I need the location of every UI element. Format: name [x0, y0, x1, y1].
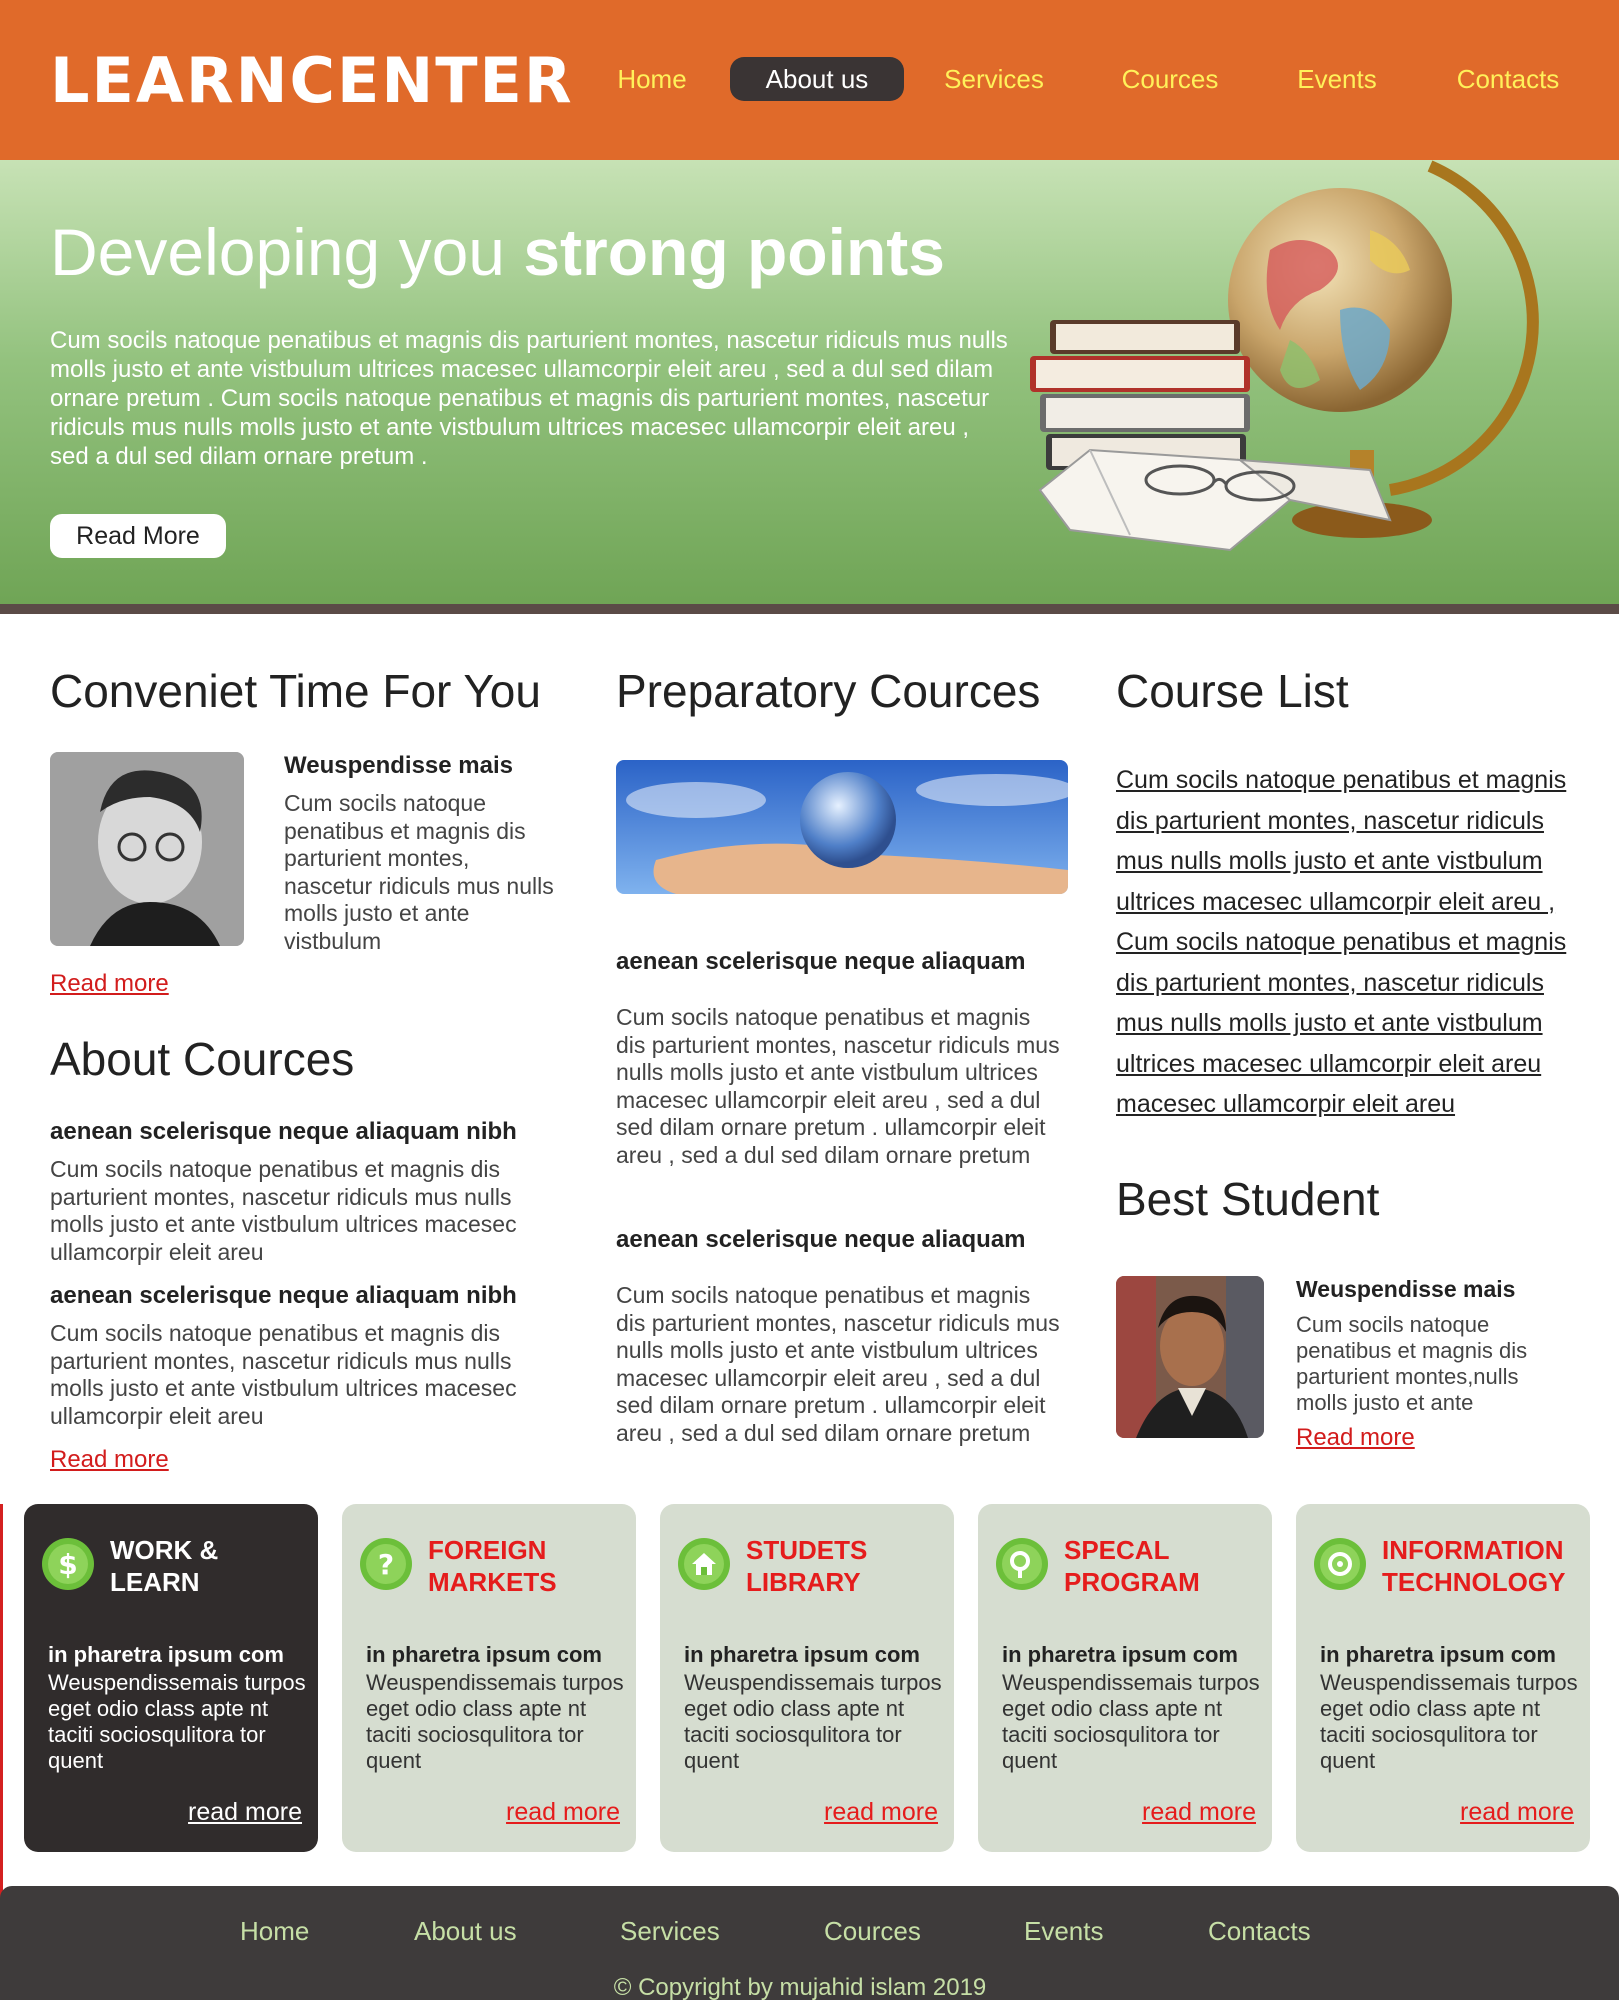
course-list-link[interactable]: Cum socils natoque penatibus et magnis	[1116, 922, 1596, 963]
feature-title: FOREIGN MARKETS	[428, 1535, 557, 1597]
feature-text: Weuspendissemais turpos eget odio class …	[1320, 1670, 1578, 1773]
hero-text: Cum socils natoque penatibus et magnis d…	[50, 327, 1008, 470]
about-cources-heading: About Cources	[50, 1033, 355, 1085]
feature-text: Weuspendissemais turpos eget odio class …	[366, 1670, 624, 1773]
site-header: LEARNCENTER Home About us Services Courc…	[0, 0, 1619, 160]
search-icon	[996, 1538, 1048, 1590]
prep-item-title: aenean scelerisque neque aliaquam	[616, 948, 1026, 975]
svg-text:?: ?	[378, 1548, 394, 1581]
feature-box-information-technology: INFORMATION TECHNOLOGY in pharetra ipsum …	[1296, 1504, 1590, 1852]
student-name: Weuspendisse mais	[1296, 1276, 1516, 1302]
teacher-name: Weuspendisse mais	[284, 752, 513, 779]
convenient-time-heading: Conveniet Time For You	[50, 665, 541, 717]
course-list: Cum socils natoque penatibus et magnis d…	[1116, 760, 1596, 1125]
prep-item-text: Cum socils natoque penatibus et magnis d…	[616, 1004, 1060, 1168]
site-footer: Home About us Services Cources Events Co…	[0, 1886, 1619, 2000]
nav-cources[interactable]: Cources	[1110, 57, 1230, 101]
footer-nav-about-us[interactable]: About us	[414, 1916, 517, 1947]
feature-subtitle: in pharetra ipsum com	[48, 1642, 284, 1667]
course-list-heading: Course List	[1116, 665, 1349, 717]
feature-title: STUDETS LIBRARY	[746, 1535, 868, 1597]
feature-subtitle: in pharetra ipsum com	[366, 1642, 602, 1667]
course-list-link[interactable]: mus nulls molls justo et ante vistbulum	[1116, 1003, 1596, 1044]
globe-hand-image	[616, 760, 1068, 894]
feature-text: Weuspendissemais turpos eget odio class …	[48, 1670, 306, 1773]
feature-box-work-learn: $ WORK & LEARN in pharetra ipsum com Weus…	[24, 1504, 318, 1852]
hero-title: Developing you strong points	[50, 214, 945, 290]
globe-books-illustration	[1030, 160, 1539, 552]
feature-read-more-link[interactable]: read more	[506, 1798, 620, 1827]
course-list-link[interactable]: dis parturient montes, nascetur ridiculs	[1116, 963, 1596, 1004]
feature-subtitle: in pharetra ipsum com	[1320, 1642, 1556, 1667]
hero-banner: Developing you strong points Cum socils …	[0, 160, 1619, 608]
course-list-link[interactable]: Cum socils natoque penatibus et magnis	[1116, 760, 1596, 801]
feature-title: SPECAL PROGRAM	[1064, 1535, 1200, 1597]
site-logo[interactable]: LEARNCENTER	[50, 44, 574, 117]
footer-nav-services[interactable]: Services	[620, 1916, 720, 1947]
course-list-link[interactable]: mus nulls molls justo et ante vistbulum	[1116, 841, 1596, 882]
home-icon	[678, 1538, 730, 1590]
student-photo	[1116, 1276, 1264, 1438]
course-list-link[interactable]: ultrices macesec ullamcorpir eleit areu	[1116, 1044, 1596, 1085]
feature-subtitle: in pharetra ipsum com	[1002, 1642, 1238, 1667]
nav-contacts[interactable]: Contacts	[1446, 57, 1570, 101]
hero-title-plain: Developing you	[50, 215, 505, 289]
svg-text:$: $	[58, 1548, 77, 1581]
feature-title: INFORMATION TECHNOLOGY	[1382, 1535, 1566, 1597]
about-item-text: Cum socils natoque penatibus et magnis d…	[50, 1320, 517, 1429]
nav-home[interactable]: Home	[594, 57, 710, 101]
teacher-text: Cum socils natoque penatibus et magnis d…	[284, 790, 554, 954]
dollar-icon: $	[42, 1538, 94, 1590]
feature-text: Weuspendissemais turpos eget odio class …	[684, 1670, 942, 1773]
feature-text: Weuspendissemais turpos eget odio class …	[1002, 1670, 1260, 1773]
feature-read-more-link[interactable]: read more	[188, 1798, 302, 1827]
feature-box-students-library: STUDETS LIBRARY in pharetra ipsum com Weu…	[660, 1504, 954, 1852]
feature-title: WORK & LEARN	[110, 1535, 219, 1597]
feature-read-more-link[interactable]: read more	[824, 1798, 938, 1827]
hero-title-bold: strong points	[523, 215, 945, 289]
feature-read-more-link[interactable]: read more	[1460, 1798, 1574, 1827]
course-list-link[interactable]: macesec ullamcorpir eleit areu	[1116, 1084, 1596, 1125]
student-text: Cum socils natoque penatibus et magnis d…	[1296, 1312, 1528, 1415]
feature-box-special-program: SPECAL PROGRAM in pharetra ipsum com Weus…	[978, 1504, 1272, 1852]
copyright-text: © Copyright by mujahid islam 2019	[613, 1974, 987, 2000]
footer-nav-home[interactable]: Home	[240, 1916, 309, 1947]
read-more-link[interactable]: Read more	[1296, 1424, 1415, 1452]
about-item-text: Cum socils natoque penatibus et magnis d…	[50, 1156, 517, 1265]
about-item-title: aenean scelerisque neque aliaquam nibh	[50, 1282, 517, 1309]
target-icon	[1314, 1538, 1366, 1590]
nav-about-us[interactable]: About us	[730, 57, 904, 101]
footer-nav-contacts[interactable]: Contacts	[1208, 1916, 1311, 1947]
read-more-link[interactable]: Read more	[50, 970, 169, 998]
best-student-heading: Best Student	[1116, 1173, 1380, 1225]
course-list-link[interactable]: dis parturient montes, nascetur ridiculs	[1116, 801, 1596, 842]
read-more-link[interactable]: Read more	[50, 1446, 169, 1474]
page-edge-accent	[0, 1504, 3, 1904]
preparatory-cources-heading: Preparatory Cources	[616, 665, 1041, 717]
feature-box-foreign-markets: ? FOREIGN MARKETS in pharetra ipsum com W…	[342, 1504, 636, 1852]
hero-divider	[0, 604, 1619, 614]
teacher-photo	[50, 752, 244, 946]
feature-read-more-link[interactable]: read more	[1142, 1798, 1256, 1827]
about-item-title: aenean scelerisque neque aliaquam nibh	[50, 1118, 517, 1145]
read-more-button[interactable]: Read More	[50, 514, 226, 558]
question-icon: ?	[360, 1538, 412, 1590]
footer-nav-cources[interactable]: Cources	[824, 1916, 921, 1947]
nav-services[interactable]: Services	[932, 57, 1056, 101]
prep-item-title: aenean scelerisque neque aliaquam	[616, 1226, 1026, 1253]
course-list-link[interactable]: ultrices macesec ullamcorpir eleit areu …	[1116, 882, 1596, 923]
footer-nav-events[interactable]: Events	[1024, 1916, 1104, 1947]
prep-item-text: Cum socils natoque penatibus et magnis d…	[616, 1282, 1060, 1446]
nav-events[interactable]: Events	[1282, 57, 1392, 101]
feature-subtitle: in pharetra ipsum com	[684, 1642, 920, 1667]
